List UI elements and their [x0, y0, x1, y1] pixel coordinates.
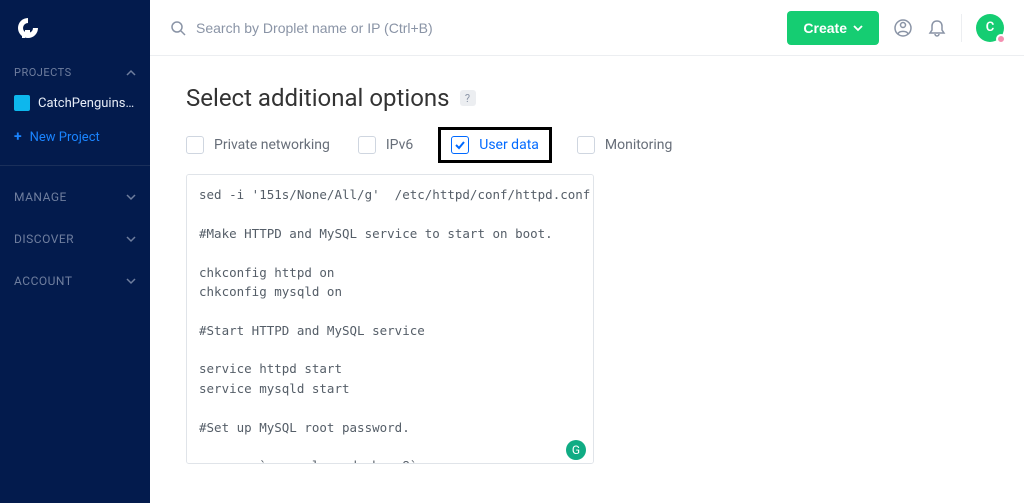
- chevron-up-icon: [126, 68, 136, 78]
- sidebar-section-discover[interactable]: DISCOVER: [0, 218, 150, 260]
- option-user-data[interactable]: User data: [441, 130, 549, 160]
- checkbox[interactable]: [186, 136, 204, 154]
- grammarly-icon[interactable]: G: [566, 440, 586, 460]
- user-data-editor-wrap: G: [186, 174, 594, 468]
- option-label: Private networking: [214, 137, 330, 153]
- checkbox[interactable]: [358, 136, 376, 154]
- option-monitoring[interactable]: Monitoring: [577, 136, 673, 154]
- option-label: IPv6: [386, 137, 413, 153]
- project-color-badge: [14, 95, 30, 111]
- sidebar-section-label: ACCOUNT: [14, 274, 72, 288]
- project-name-label: CatchPenguinsT...: [38, 96, 136, 111]
- plus-icon: +: [14, 129, 22, 145]
- section-title-row: Select additional options ?: [186, 84, 988, 112]
- chevron-down-icon: [853, 23, 863, 33]
- sidebar-section-projects[interactable]: PROJECTS: [0, 56, 150, 87]
- main-content: Select additional options ? Private netw…: [150, 56, 1024, 503]
- option-ipv6[interactable]: IPv6: [358, 136, 413, 154]
- sidebar-project-item[interactable]: CatchPenguinsT...: [0, 87, 150, 119]
- avatar-initial: C: [986, 20, 995, 35]
- section-title: Select additional options: [186, 84, 450, 112]
- avatar-status-dot: [996, 34, 1006, 44]
- topbar: Create C: [150, 0, 1024, 56]
- avatar[interactable]: C: [976, 14, 1004, 42]
- additional-options-row: Private networking IPv6 User data Monito…: [186, 130, 988, 160]
- option-label: Monitoring: [605, 137, 673, 153]
- sidebar-section-account[interactable]: ACCOUNT: [0, 260, 150, 302]
- new-project-button[interactable]: + New Project: [0, 119, 150, 155]
- sidebar-section-label: DISCOVER: [14, 232, 74, 246]
- checkbox[interactable]: [577, 136, 595, 154]
- sidebar-section-manage[interactable]: MANAGE: [0, 176, 150, 218]
- sidebar-section-label: PROJECTS: [14, 66, 72, 79]
- topbar-divider: [961, 14, 962, 42]
- create-button[interactable]: Create: [787, 11, 879, 45]
- user-data-textarea[interactable]: [186, 174, 594, 464]
- sidebar-divider: [0, 165, 150, 166]
- option-label: User data: [479, 137, 539, 153]
- digitalocean-logo-icon: [16, 16, 40, 40]
- community-icon[interactable]: [893, 18, 913, 38]
- chevron-down-icon: [126, 192, 136, 202]
- search-wrap: [170, 20, 773, 36]
- chevron-down-icon: [126, 234, 136, 244]
- sidebar-section-label: MANAGE: [14, 190, 67, 204]
- new-project-label: New Project: [30, 130, 100, 145]
- create-button-label: Create: [803, 20, 847, 36]
- help-icon[interactable]: ?: [460, 90, 476, 106]
- notifications-icon[interactable]: [927, 18, 947, 38]
- checkbox[interactable]: [451, 136, 469, 154]
- search-icon: [170, 20, 186, 36]
- chevron-down-icon: [126, 276, 136, 286]
- search-input[interactable]: [196, 20, 773, 36]
- sidebar: PROJECTS CatchPenguinsT... + New Project…: [0, 0, 150, 503]
- option-private-networking[interactable]: Private networking: [186, 136, 330, 154]
- logo-area: [0, 0, 150, 56]
